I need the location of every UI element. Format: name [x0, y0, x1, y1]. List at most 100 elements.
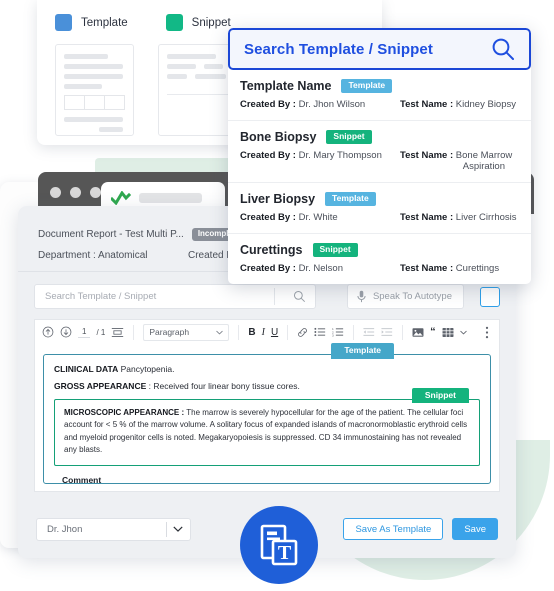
indent-icon[interactable]: [381, 327, 393, 337]
chevron-down-icon: [173, 526, 183, 532]
microscopic-appearance-label: MICROSCOPIC APPEARANCE :: [64, 407, 185, 417]
result-created-by-label: Created By: [240, 263, 291, 274]
result-badge: Snippet: [326, 130, 372, 144]
department-label: Department : Anatomical: [38, 250, 148, 261]
save-as-template-button[interactable]: Save As Template: [343, 518, 444, 540]
result-test-name-label: Test Name: [400, 212, 448, 223]
table-chevron-down-icon[interactable]: [459, 330, 467, 335]
page-total-label: / 1: [96, 327, 106, 337]
editor-canvas[interactable]: Template CLINICAL DATA Pancytopenia. GRO…: [34, 343, 500, 492]
result-title: Template Name: [240, 79, 332, 93]
search-field[interactable]: Search Template / Snippet: [228, 28, 531, 70]
fullscreen-toggle-button[interactable]: [480, 286, 500, 307]
search-result-item[interactable]: Template Name Template Created By : Dr. …: [228, 70, 531, 121]
page-down-icon[interactable]: [60, 326, 72, 338]
legend-label-template: Template: [81, 16, 128, 29]
paragraph-style-value: Paragraph: [149, 327, 190, 337]
paragraph-style-select[interactable]: Paragraph: [143, 323, 230, 341]
screenshot-stage: Template Snippet Document Report - Test …: [0, 0, 554, 591]
result-test-name-line2: Aspiration: [462, 161, 505, 172]
bold-icon[interactable]: B: [248, 327, 255, 338]
result-test-name: Liver Cirrhosis: [455, 212, 517, 223]
template-color-swatch: [55, 14, 72, 31]
legend-row: Template Snippet: [37, 0, 382, 31]
clinical-data-line: CLINICAL DATA Pancytopenia.: [54, 364, 480, 375]
legend-item-snippet: Snippet: [165, 14, 231, 31]
doctor-select-value: Dr. Jhon: [47, 523, 83, 535]
result-badge: Template: [325, 192, 376, 206]
result-title: Bone Biopsy: [240, 130, 317, 144]
more-options-icon[interactable]: [485, 326, 492, 339]
result-created-by: Dr. White: [298, 212, 338, 223]
italic-icon[interactable]: I: [262, 327, 265, 338]
page-number-input[interactable]: 1: [78, 327, 91, 338]
page-title: Document Report - Test Multi P...: [38, 229, 184, 240]
result-created-by-label: Created By: [240, 212, 291, 223]
footer-actions: Save As Template Save: [343, 518, 498, 540]
result-created-by: Dr. Mary Thompson: [298, 150, 382, 161]
snippet-block[interactable]: Snippet MICROSCOPIC APPEARANCE : The mar…: [54, 387, 480, 466]
result-title: Curettings: [240, 243, 303, 257]
legend-item-template: Template: [55, 14, 128, 31]
result-test-name: Curettings: [455, 263, 500, 274]
chevron-down-icon: [216, 330, 224, 335]
app-logo-badge: T: [240, 506, 318, 584]
clinical-data-value: Pancytopenia.: [118, 364, 175, 374]
search-icon[interactable]: [293, 290, 306, 303]
image-icon[interactable]: [412, 327, 424, 338]
result-created-by-label: Created By: [240, 150, 291, 161]
clinical-data-label: CLINICAL DATA: [54, 364, 119, 374]
window-dot-maximize[interactable]: [90, 187, 101, 198]
snippet-color-swatch: [165, 14, 183, 31]
search-input[interactable]: Search Template / Snippet: [34, 284, 316, 309]
search-icon[interactable]: [491, 37, 515, 61]
search-field-label: Search Template / Snippet: [244, 40, 433, 58]
search-result-item[interactable]: Curettings Snippet Created By : Dr. Nels…: [228, 234, 531, 284]
tab-title-placeholder: [139, 193, 202, 203]
result-created-by: Dr. Nelson: [298, 263, 343, 274]
microscopic-appearance-text: MICROSCOPIC APPEARANCE : The marrow is s…: [64, 407, 470, 457]
gross-appearance-value: : Received four linear bony tissue cores…: [146, 381, 300, 392]
editor-toolbar: 1 / 1 Paragraph B I U 123 “: [34, 319, 500, 344]
quote-icon[interactable]: “: [430, 326, 436, 338]
link-icon[interactable]: [297, 327, 308, 338]
numbered-list-icon[interactable]: 123: [332, 327, 344, 337]
preview-mini-table: [64, 95, 125, 110]
outdent-icon[interactable]: [363, 327, 375, 337]
search-results-list: Template Name Template Created By : Dr. …: [228, 70, 531, 284]
save-button[interactable]: Save: [452, 518, 498, 540]
snippet-block-badge: Snippet: [411, 387, 469, 404]
search-result-item[interactable]: Liver Biopsy Template Created By : Dr. W…: [228, 183, 531, 234]
search-result-item[interactable]: Bone Biopsy Snippet Created By : Dr. Mar…: [228, 121, 531, 183]
search-input-placeholder: Search Template / Snippet: [45, 291, 157, 302]
result-test-name-label: Test Name: [400, 99, 448, 110]
underline-icon[interactable]: U: [271, 327, 278, 338]
window-dot-minimize[interactable]: [70, 187, 81, 198]
comment-label: Comment: [62, 474, 102, 485]
template-block[interactable]: Template CLINICAL DATA Pancytopenia. GRO…: [43, 343, 491, 485]
table-icon[interactable]: [442, 327, 454, 338]
result-created-by: Dr. Jhon Wilson: [298, 99, 366, 110]
result-title: Liver Biopsy: [240, 192, 316, 206]
result-test-name-label: Test Name: [400, 150, 448, 161]
result-badge: Snippet: [312, 243, 358, 257]
doctor-select[interactable]: Dr. Jhon: [36, 517, 191, 541]
search-dropdown-panel: Search Template / Snippet Template Name …: [228, 28, 531, 284]
result-test-name: Kidney Biopsy: [455, 99, 516, 110]
page-break-icon[interactable]: [111, 327, 124, 338]
svg-text:3: 3: [332, 334, 334, 337]
snippet-preview-thumbnail: [158, 44, 237, 136]
window-dot-close[interactable]: [50, 187, 61, 198]
template-block-badge: Template: [331, 343, 394, 359]
result-test-name: Bone Marrow: [455, 150, 513, 161]
bullet-list-icon[interactable]: [314, 327, 326, 337]
result-badge: Template: [341, 79, 393, 93]
checkmark-logo-icon: [111, 191, 131, 205]
legend-label-snippet: Snippet: [191, 16, 231, 29]
microphone-icon: [357, 290, 366, 303]
autotype-label: Speak To Autotype: [372, 291, 452, 302]
page-up-icon[interactable]: [42, 326, 54, 338]
result-created-by-label: Created By: [240, 99, 291, 110]
speak-to-autotype-button[interactable]: Speak To Autotype: [346, 284, 464, 309]
document-text-logo-icon: T: [260, 524, 298, 566]
